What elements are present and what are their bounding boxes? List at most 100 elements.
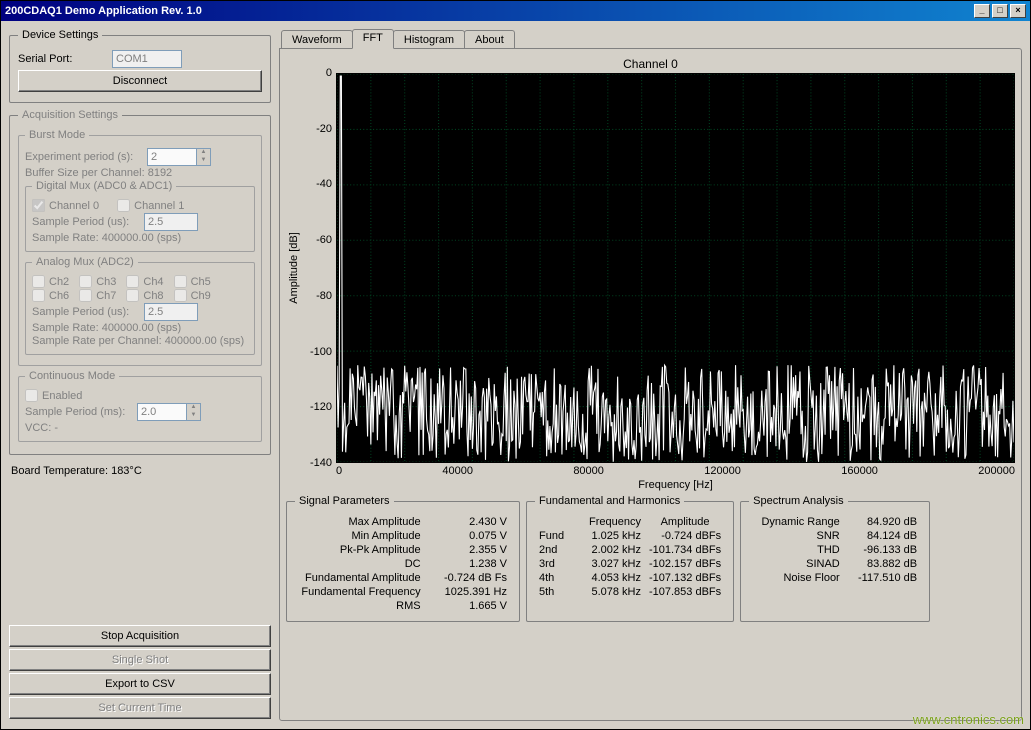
xtick: 160000 (841, 465, 878, 477)
spin-down-icon: ▼ (186, 412, 200, 420)
table-row: Noise Floor-117.510 dB (749, 571, 921, 585)
table-row: SNR84.124 dB (749, 529, 921, 543)
cont-sp-input (138, 404, 186, 420)
table-row: Fundamental Frequency1025.391 Hz (295, 585, 511, 599)
cont-legend: Continuous Mode (25, 370, 119, 382)
ch4-checkbox: Ch4 (126, 275, 163, 288)
chart-xlabel: Frequency [Hz] (336, 477, 1015, 491)
vcc-label: VCC: - (25, 422, 58, 434)
table-row: Fund1.025 kHz-0.724 dBFs (535, 529, 725, 543)
table-row: SINAD83.882 dB (749, 557, 921, 571)
xtick: 120000 (704, 465, 741, 477)
stop-acquisition-button[interactable]: Stop Acquisition (9, 625, 271, 647)
board-temp: Board Temperature: 183°C (9, 461, 271, 481)
xtick: 200000 (978, 465, 1015, 477)
tab-about[interactable]: About (464, 30, 515, 48)
ch7-checkbox: Ch7 (79, 289, 116, 302)
exp-period-label: Experiment period (s): (25, 151, 143, 163)
fundamental-harmonics: Fundamental and Harmonics FrequencyAmpli… (526, 495, 734, 622)
device-settings-legend: Device Settings (18, 29, 102, 41)
tab-content: Channel 0 Amplitude [dB] 0-20-40-60-80-1… (279, 48, 1022, 721)
burst-legend: Burst Mode (25, 129, 89, 141)
disconnect-button[interactable]: Disconnect (18, 70, 262, 92)
ytick: -60 (316, 234, 332, 246)
table-row: Max Amplitude2.430 V (295, 515, 511, 529)
single-shot-button: Single Shot (9, 649, 271, 671)
maximize-icon[interactable]: □ (992, 4, 1008, 18)
ytick: -80 (316, 290, 332, 302)
acq-legend: Acquisition Settings (18, 109, 122, 121)
dmux-sp-input (144, 213, 198, 231)
table-row: Fundamental Amplitude-0.724 dB Fs (295, 571, 511, 585)
table-row: Pk-Pk Amplitude2.355 V (295, 543, 511, 557)
ch2-checkbox: Ch2 (32, 275, 69, 288)
exp-period-spin: ▲▼ (147, 148, 211, 166)
table-row: Dynamic Range84.920 dB (749, 515, 921, 529)
table-row: 5th5.078 kHz-107.853 dBFs (535, 585, 725, 599)
table-row: RMS1.665 V (295, 599, 511, 613)
spec-legend: Spectrum Analysis (749, 495, 847, 507)
chart-title: Channel 0 (286, 55, 1015, 73)
window-title: 200CDAQ1 Demo Application Rev. 1.0 (5, 5, 202, 17)
app-window: 200CDAQ1 Demo Application Rev. 1.0 _ □ ×… (0, 0, 1031, 730)
table-row: DC1.238 V (295, 557, 511, 571)
table-row: Min Amplitude0.075 V (295, 529, 511, 543)
amux-srpc-label: Sample Rate per Channel: 400000.00 (sps) (32, 335, 244, 347)
digital-mux: Digital Mux (ADC0 & ADC1) Channel 0 Chan… (25, 180, 255, 252)
table-row: THD-96.133 dB (749, 543, 921, 557)
xtick: 40000 (442, 465, 473, 477)
ch9-checkbox: Ch9 (174, 289, 211, 302)
buffer-size-label: Buffer Size per Channel: 8192 (25, 167, 172, 179)
ytick: -40 (316, 178, 332, 190)
sigparams-table: Max Amplitude2.430 VMin Amplitude0.075 V… (295, 515, 511, 613)
ytick: -120 (310, 401, 332, 413)
amux-legend: Analog Mux (ADC2) (32, 256, 138, 268)
minimize-icon[interactable]: _ (974, 4, 990, 18)
ch0-checkbox: Channel 0 (32, 199, 99, 212)
tab-fft[interactable]: FFT (352, 29, 394, 49)
content: Device Settings Serial Port: Disconnect … (1, 21, 1030, 729)
ytick: -100 (310, 346, 332, 358)
table-row: 2nd2.002 kHz-101.734 dBFs (535, 543, 725, 557)
chart-plot[interactable] (336, 73, 1015, 463)
device-settings: Device Settings Serial Port: Disconnect (9, 29, 271, 103)
chart-yticks: 0-20-40-60-80-100-120-140 (302, 73, 336, 463)
xtick: 80000 (573, 465, 604, 477)
spec-table: Dynamic Range84.920 dBSNR84.124 dBTHD-96… (749, 515, 921, 585)
dmux-sp-label: Sample Period (us): (32, 216, 140, 228)
serial-port-input (112, 50, 182, 68)
ch6-checkbox: Ch6 (32, 289, 69, 302)
harm-legend: Fundamental and Harmonics (535, 495, 684, 507)
cont-sp-label: Sample Period (ms): (25, 406, 133, 418)
ytick: 0 (326, 67, 332, 79)
right-panel: Waveform FFT Histogram About Channel 0 A… (279, 29, 1022, 721)
amux-sr-label: Sample Rate: 400000.00 (sps) (32, 322, 181, 334)
titlebar[interactable]: 200CDAQ1 Demo Application Rev. 1.0 _ □ × (1, 1, 1030, 21)
metrics-row: Signal Parameters Max Amplitude2.430 VMi… (286, 495, 1015, 622)
action-buttons: Stop Acquisition Single Shot Export to C… (9, 623, 271, 721)
spin-up-icon: ▲ (186, 404, 200, 412)
table-row: 4th4.053 kHz-107.132 dBFs (535, 571, 725, 585)
ch8-checkbox: Ch8 (126, 289, 163, 302)
ch1-checkbox: Channel 1 (117, 199, 184, 212)
amux-sp-label: Sample Period (us): (32, 306, 140, 318)
ch3-checkbox: Ch3 (79, 275, 116, 288)
ch5-checkbox: Ch5 (174, 275, 211, 288)
tab-waveform[interactable]: Waveform (281, 30, 353, 48)
left-panel: Device Settings Serial Port: Disconnect … (9, 29, 271, 721)
xtick: 0 (336, 465, 342, 477)
continuous-mode: Continuous Mode Enabled Sample Period (m… (18, 370, 262, 442)
serial-port-label: Serial Port: (18, 53, 108, 65)
chart-ylabel: Amplitude [dB] (288, 232, 300, 304)
tab-histogram[interactable]: Histogram (393, 30, 465, 48)
export-csv-button[interactable]: Export to CSV (9, 673, 271, 695)
burst-mode: Burst Mode Experiment period (s): ▲▼ Buf… (18, 129, 262, 366)
amux-sp-input (144, 303, 198, 321)
dmux-sr-label: Sample Rate: 400000.00 (sps) (32, 232, 181, 244)
table-row: 3rd3.027 kHz-102.157 dBFs (535, 557, 725, 571)
close-icon[interactable]: × (1010, 4, 1026, 18)
cont-sp-spin: ▲▼ (137, 403, 201, 421)
acquisition-settings: Acquisition Settings Burst Mode Experime… (9, 109, 271, 455)
ytick: -140 (310, 457, 332, 469)
watermark: www.cntronics.com (913, 712, 1024, 727)
